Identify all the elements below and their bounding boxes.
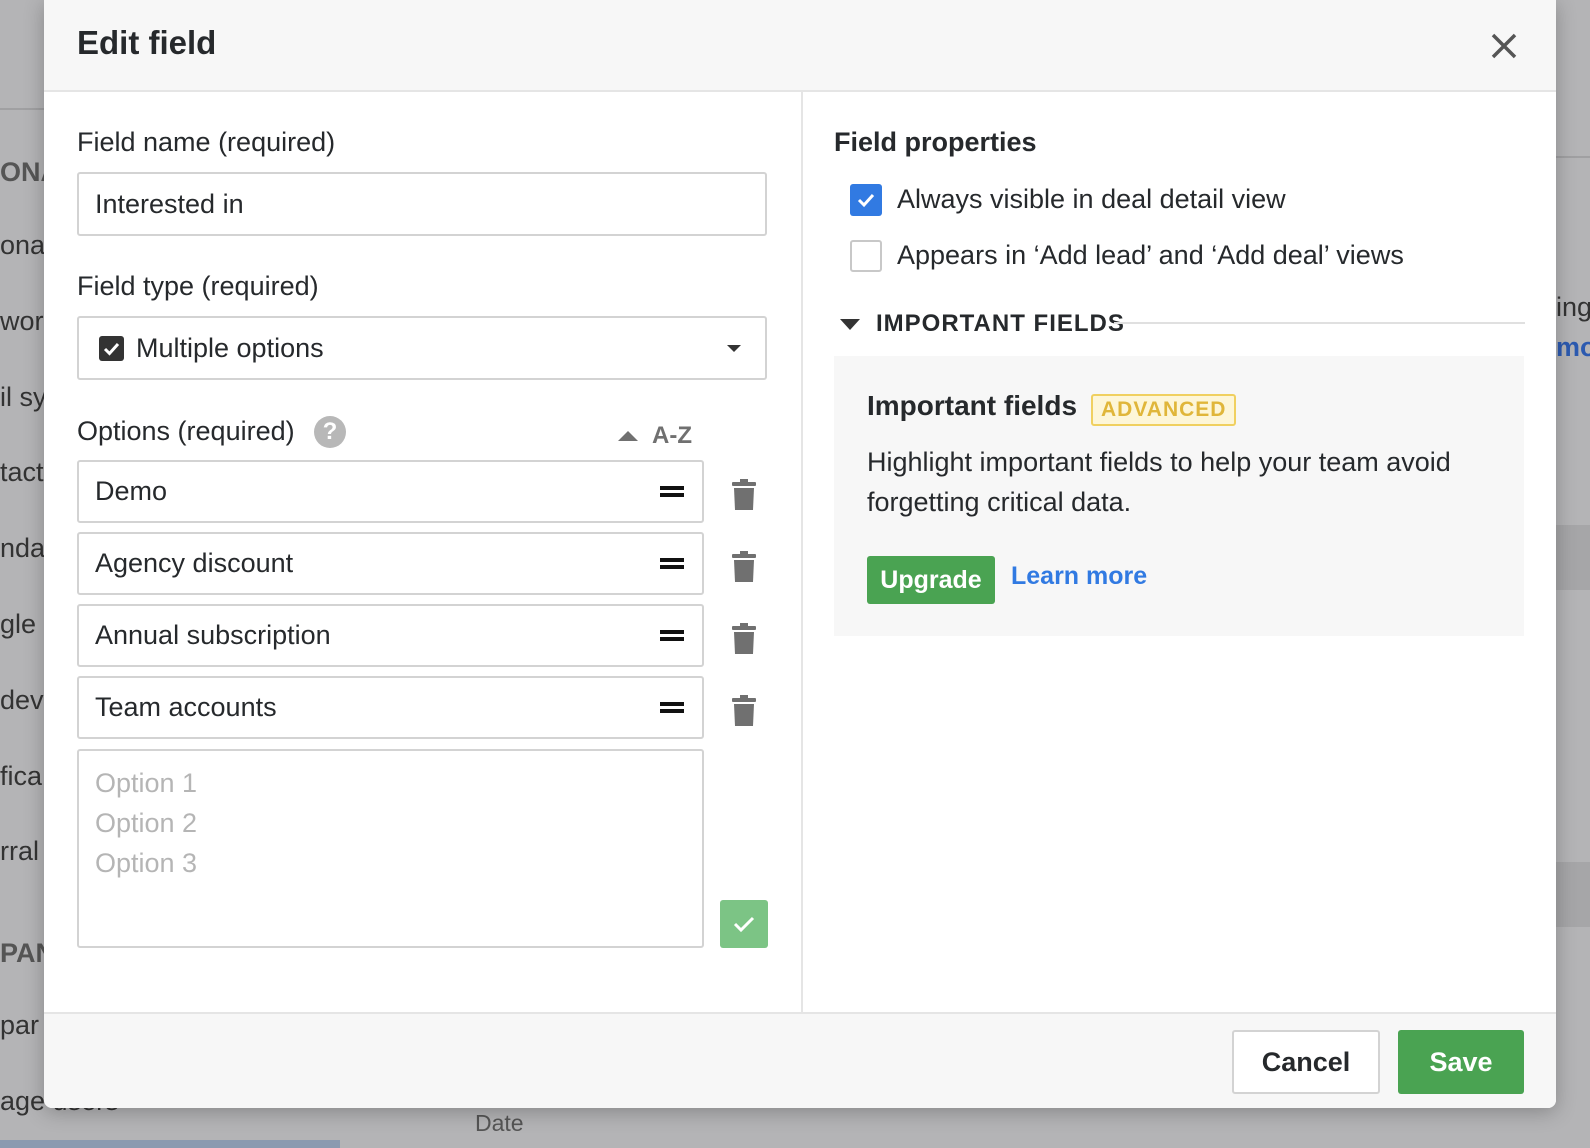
option-text: Agency discount — [95, 548, 294, 578]
option-item[interactable]: Annual subscription — [77, 604, 704, 667]
option-text: Annual subscription — [95, 620, 331, 650]
bg-text: tact — [0, 457, 44, 487]
option-item[interactable]: Team accounts — [77, 676, 704, 739]
important-fields-card: Important fields ADVANCED Highlight impo… — [834, 356, 1524, 636]
chevron-down-icon — [727, 345, 741, 352]
field-name-value: Interested in — [95, 188, 244, 219]
caret-up-icon — [618, 431, 638, 441]
bg-text: nda — [0, 533, 46, 563]
bg-text: ona — [0, 230, 46, 260]
caret-down-icon — [840, 318, 860, 330]
confirm-options-button[interactable] — [720, 900, 768, 948]
card-description: Highlight important fields to help your … — [867, 447, 1451, 517]
option-text: Team accounts — [95, 692, 277, 722]
field-type-label: Field type (required) — [77, 271, 319, 301]
appears-add-checkbox[interactable] — [850, 240, 882, 272]
column-divider — [801, 92, 803, 1012]
always-visible-checkbox[interactable] — [850, 184, 882, 216]
options-label: Options (required) — [77, 416, 295, 446]
field-name-label: Field name (required) — [77, 127, 336, 157]
field-type-value: Multiple options — [136, 332, 324, 363]
save-button[interactable]: Save — [1398, 1030, 1524, 1094]
bg-text: Date — [475, 1110, 524, 1136]
trash-icon[interactable] — [732, 695, 756, 727]
field-properties-title: Field properties — [834, 127, 1037, 157]
field-name-input[interactable]: Interested in — [77, 172, 767, 236]
dialog-header: Edit field — [44, 0, 1556, 92]
help-icon[interactable]: ? — [314, 416, 346, 448]
bg-text: wor — [0, 306, 44, 336]
drag-handle-icon[interactable] — [660, 701, 684, 713]
appears-add-label: Appears in ‘Add lead’ and ‘Add deal’ vie… — [897, 240, 1404, 270]
section-title: IMPORTANT FIELDS — [876, 310, 1125, 337]
multiple-options-icon — [99, 335, 124, 361]
trash-icon[interactable] — [732, 551, 756, 583]
bg-text: il sy — [0, 382, 47, 412]
close-icon[interactable] — [1484, 26, 1524, 66]
sort-label: A-Z — [652, 422, 692, 449]
bg-text: ing — [1556, 292, 1590, 322]
upgrade-button[interactable]: Upgrade — [867, 556, 995, 604]
edit-field-dialog: Edit field Field name (required) Interes… — [44, 0, 1556, 1108]
option-item[interactable]: Demo — [77, 460, 704, 523]
advanced-badge: ADVANCED — [1091, 394, 1237, 426]
check-icon — [733, 916, 755, 933]
learn-more-link[interactable]: Learn more — [1011, 562, 1147, 591]
drag-handle-icon[interactable] — [660, 557, 684, 569]
trash-icon[interactable] — [732, 623, 756, 655]
important-fields-section-toggle[interactable]: IMPORTANT FIELDS — [840, 310, 1125, 338]
option-text: Demo — [95, 476, 168, 506]
new-options-textarea[interactable] — [77, 749, 704, 948]
drag-handle-icon[interactable] — [660, 485, 684, 497]
bg-text: rral — [0, 836, 39, 866]
bg-text: fica — [0, 761, 43, 791]
always-visible-label: Always visible in deal detail view — [897, 184, 1286, 214]
drag-handle-icon[interactable] — [660, 629, 684, 641]
bg-text: dev — [0, 685, 44, 715]
field-type-select[interactable]: Multiple options — [77, 316, 767, 380]
trash-icon[interactable] — [732, 479, 756, 511]
option-item[interactable]: Agency discount — [77, 532, 704, 595]
bg-text: mo — [1556, 332, 1590, 362]
dialog-title: Edit field — [77, 24, 217, 61]
card-title: Important fields — [867, 390, 1078, 421]
section-divider — [1114, 322, 1525, 324]
dialog-footer: Cancel Save — [44, 1012, 1556, 1108]
bg-text: par — [0, 1010, 40, 1040]
cancel-button[interactable]: Cancel — [1232, 1030, 1380, 1094]
sort-az-button[interactable]: A-Z — [618, 422, 692, 450]
